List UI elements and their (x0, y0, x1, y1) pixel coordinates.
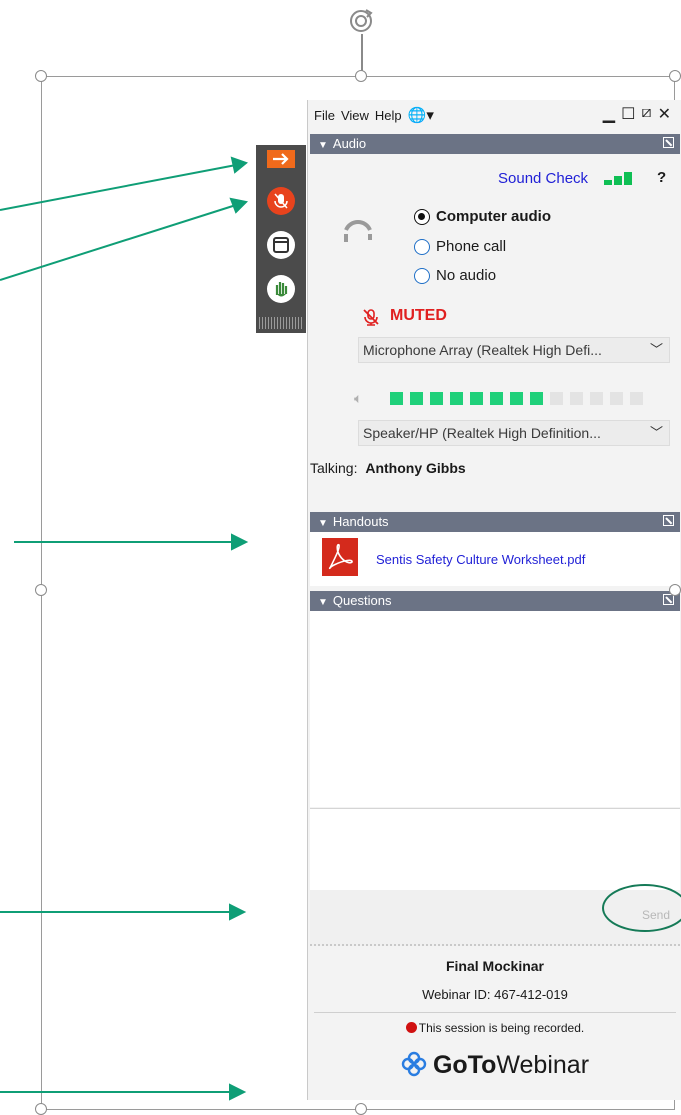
resize-handle-top-left[interactable] (35, 70, 47, 82)
resize-handle-top-right[interactable] (669, 70, 681, 82)
arrowhead (231, 533, 249, 551)
arrowhead (229, 197, 249, 214)
resize-handle-top[interactable] (355, 70, 367, 82)
arrow-to-mic-button (0, 204, 237, 281)
resize-handle-left[interactable] (35, 584, 47, 596)
arrow-to-collapse-button (0, 164, 237, 211)
resize-handle-bottom-left[interactable] (35, 1103, 47, 1115)
arrowhead (229, 1083, 247, 1101)
resize-handle-right[interactable] (669, 584, 681, 596)
resize-handle-bottom[interactable] (355, 1103, 367, 1115)
annotation-arrows (0, 156, 249, 1101)
arrowhead (230, 156, 249, 174)
arrowhead (229, 903, 247, 921)
